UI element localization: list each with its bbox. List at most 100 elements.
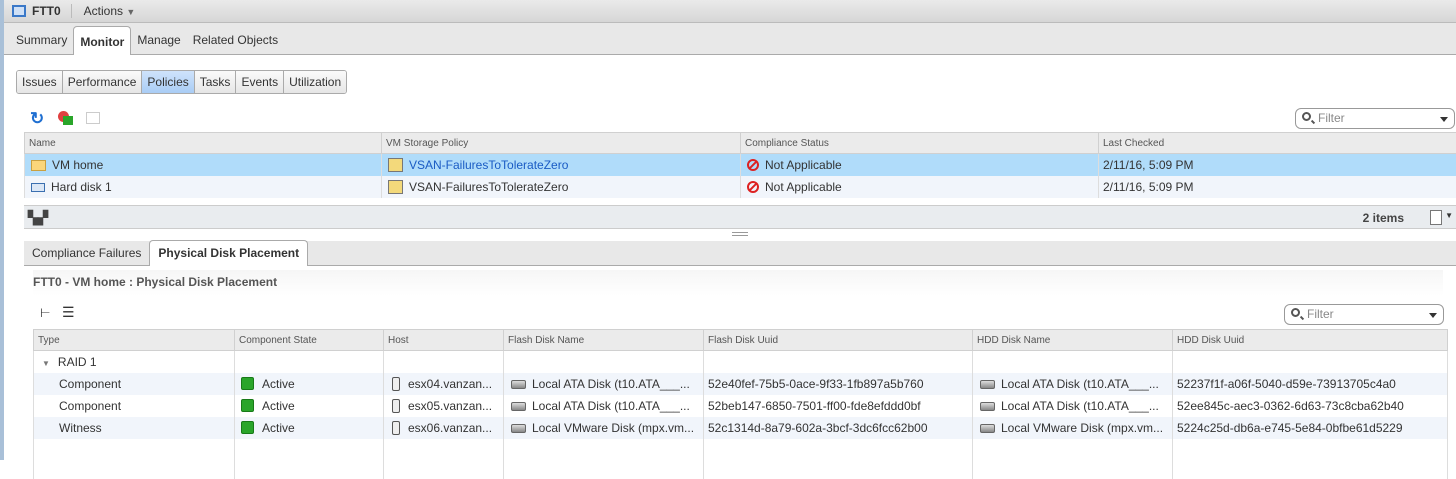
column-last-checked[interactable]: Last Checked <box>1099 133 1456 154</box>
column-flash-disk-name[interactable]: Flash Disk Name <box>504 330 704 351</box>
subtab-issues[interactable]: Issues <box>17 71 63 93</box>
actions-label: Actions <box>84 4 123 18</box>
tab-summary[interactable]: Summary <box>10 28 73 54</box>
search-icon <box>1291 308 1300 317</box>
check-compliance-icon[interactable] <box>58 111 69 122</box>
hdd-disk-uuid: 52237f1f-a06f-5040-d59e-73913705c4a0 <box>1173 373 1448 395</box>
table-row[interactable]: VM home VSAN-FailuresToTolerateZero Not … <box>25 154 1456 176</box>
host: esx05.vanzan... <box>408 399 492 413</box>
hdd-disk-uuid: 5224c25d-db6a-e745-5e84-0bfbe61d5229 <box>1173 417 1448 439</box>
actions-menu[interactable]: Actions ▼ <box>84 4 136 18</box>
hdd-disk-name: Local VMware Disk (mpx.vm... <box>1001 421 1163 435</box>
tab-physical-disk-placement[interactable]: Physical Disk Placement <box>149 240 308 266</box>
placement-filter-input[interactable]: Filter <box>1284 304 1444 325</box>
table-row[interactable]: Hard disk 1 VSAN-FailuresToTolerateZero … <box>25 176 1456 198</box>
object-title: FTT0 <box>32 4 72 18</box>
column-component-state[interactable]: Component State <box>235 330 384 351</box>
subtab-events[interactable]: Events <box>236 71 284 93</box>
column-compliance-status[interactable]: Compliance Status <box>741 133 1099 154</box>
expand-all-icon[interactable]: ☰ <box>62 304 75 321</box>
host-icon <box>392 399 400 413</box>
last-checked: 2/11/16, 5:09 PM <box>1103 158 1194 172</box>
tab-compliance-failures[interactable]: Compliance Failures <box>24 241 149 265</box>
active-status-icon <box>241 377 254 390</box>
not-applicable-icon <box>747 181 759 193</box>
column-name[interactable]: Name <box>25 133 382 154</box>
column-hdd-disk-name[interactable]: HDD Disk Name <box>973 330 1173 351</box>
table-header: Type Component State Host Flash Disk Nam… <box>34 330 1448 351</box>
placement-table: Type Component State Host Flash Disk Nam… <box>33 329 1448 479</box>
policy-link[interactable]: VSAN-FailuresToTolerateZero <box>409 158 568 172</box>
tab-related-objects[interactable]: Related Objects <box>187 28 284 54</box>
refresh-icon[interactable]: ↻ <box>30 109 44 129</box>
type: Component <box>34 395 235 417</box>
flash-disk-uuid: 52beb147-6850-7501-ff00-fde8efddd0bf <box>704 395 973 417</box>
column-flash-disk-uuid[interactable]: Flash Disk Uuid <box>704 330 973 351</box>
host-icon <box>392 377 400 391</box>
compliance-status: Not Applicable <box>765 158 842 172</box>
column-vm-storage-policy[interactable]: VM Storage Policy <box>382 133 741 154</box>
disk-icon <box>980 402 995 411</box>
left-border <box>0 0 4 460</box>
chevron-down-icon <box>1429 313 1437 322</box>
vm-icon <box>12 5 26 17</box>
disk-icon <box>511 424 526 433</box>
compliance-status: Not Applicable <box>765 180 842 194</box>
placement-title: FTT0 - VM home : Physical Disk Placement <box>33 270 1443 296</box>
hdd-disk-name: Local ATA Disk (t10.ATA___... <box>1001 377 1159 391</box>
storage-policy-icon <box>388 180 403 194</box>
policies-table-footer: ▚▞ 2 items ▼ <box>24 205 1456 229</box>
object-header: FTT0 Actions ▼ <box>4 0 1456 23</box>
filter-placeholder: Filter <box>1318 111 1345 125</box>
flash-disk-name: Local VMware Disk (mpx.vm... <box>532 421 694 435</box>
host: esx04.vanzan... <box>408 377 492 391</box>
tab-manage[interactable]: Manage <box>131 28 186 54</box>
chevron-down-icon <box>1440 117 1448 126</box>
flash-disk-uuid: 52c1314d-8a79-602a-3bcf-3dc6fcc62b00 <box>704 417 973 439</box>
main-tabs: Summary Monitor Manage Related Objects <box>4 23 1456 55</box>
subtab-tasks[interactable]: Tasks <box>195 71 237 93</box>
flash-disk-name: Local ATA Disk (t10.ATA___... <box>532 377 690 391</box>
column-hdd-disk-uuid[interactable]: HDD Disk Uuid <box>1173 330 1448 351</box>
subtab-utilization[interactable]: Utilization <box>284 71 346 93</box>
table-row[interactable]: Component Active esx05.vanzan... Local A… <box>34 395 1448 417</box>
monitor-subtabs: Issues Performance Policies Tasks Events… <box>16 70 347 94</box>
reapply-policy-icon[interactable] <box>86 112 100 124</box>
column-type[interactable]: Type <box>34 330 235 351</box>
hdd-disk-uuid: 52ee845c-aec3-0362-6d63-73c8cba62b40 <box>1173 395 1448 417</box>
item-count: 2 items <box>1363 211 1404 225</box>
hdd-disk-name: Local ATA Disk (t10.ATA___... <box>1001 399 1159 413</box>
disk-icon <box>980 424 995 433</box>
table-row[interactable]: Witness Active esx06.vanzan... Local VMw… <box>34 417 1448 439</box>
chevron-down-icon: ▼ <box>126 7 135 17</box>
export-icon[interactable] <box>1430 210 1442 225</box>
filter-placeholder: Filter <box>1307 307 1334 321</box>
tab-monitor[interactable]: Monitor <box>73 26 131 55</box>
column-host[interactable]: Host <box>384 330 504 351</box>
host: esx06.vanzan... <box>408 421 492 435</box>
policy-name: VSAN-FailuresToTolerateZero <box>409 180 568 194</box>
disk-icon <box>511 402 526 411</box>
state: Active <box>262 377 295 391</box>
collapse-all-icon[interactable]: ⊢ <box>40 306 50 320</box>
empty-row <box>34 439 1448 479</box>
group-row-raid[interactable]: ▼ RAID 1 <box>34 351 1448 373</box>
chevron-down-icon[interactable]: ▼ <box>1445 211 1453 220</box>
subtab-performance[interactable]: Performance <box>63 71 143 93</box>
storage-policy-icon <box>388 158 403 172</box>
detail-tabs: Compliance Failures Physical Disk Placem… <box>24 241 1456 266</box>
folder-icon <box>31 160 46 171</box>
disk-icon <box>511 380 526 389</box>
group-label: RAID 1 <box>58 355 97 369</box>
search-icon <box>1302 112 1311 121</box>
subtab-policies[interactable]: Policies <box>142 71 194 93</box>
active-status-icon <box>241 399 254 412</box>
table-header: Name VM Storage Policy Compliance Status… <box>25 133 1456 154</box>
flash-disk-uuid: 52e40fef-75b5-0ace-9f33-1fb897a5b760 <box>704 373 973 395</box>
row-name: Hard disk 1 <box>51 180 112 194</box>
policies-filter-input[interactable]: Filter <box>1295 108 1455 129</box>
binoculars-icon[interactable]: ▚▞ <box>28 210 48 226</box>
splitter-handle[interactable] <box>732 232 748 236</box>
expand-triangle-icon[interactable]: ▼ <box>42 359 50 368</box>
table-row[interactable]: Component Active esx04.vanzan... Local A… <box>34 373 1448 395</box>
